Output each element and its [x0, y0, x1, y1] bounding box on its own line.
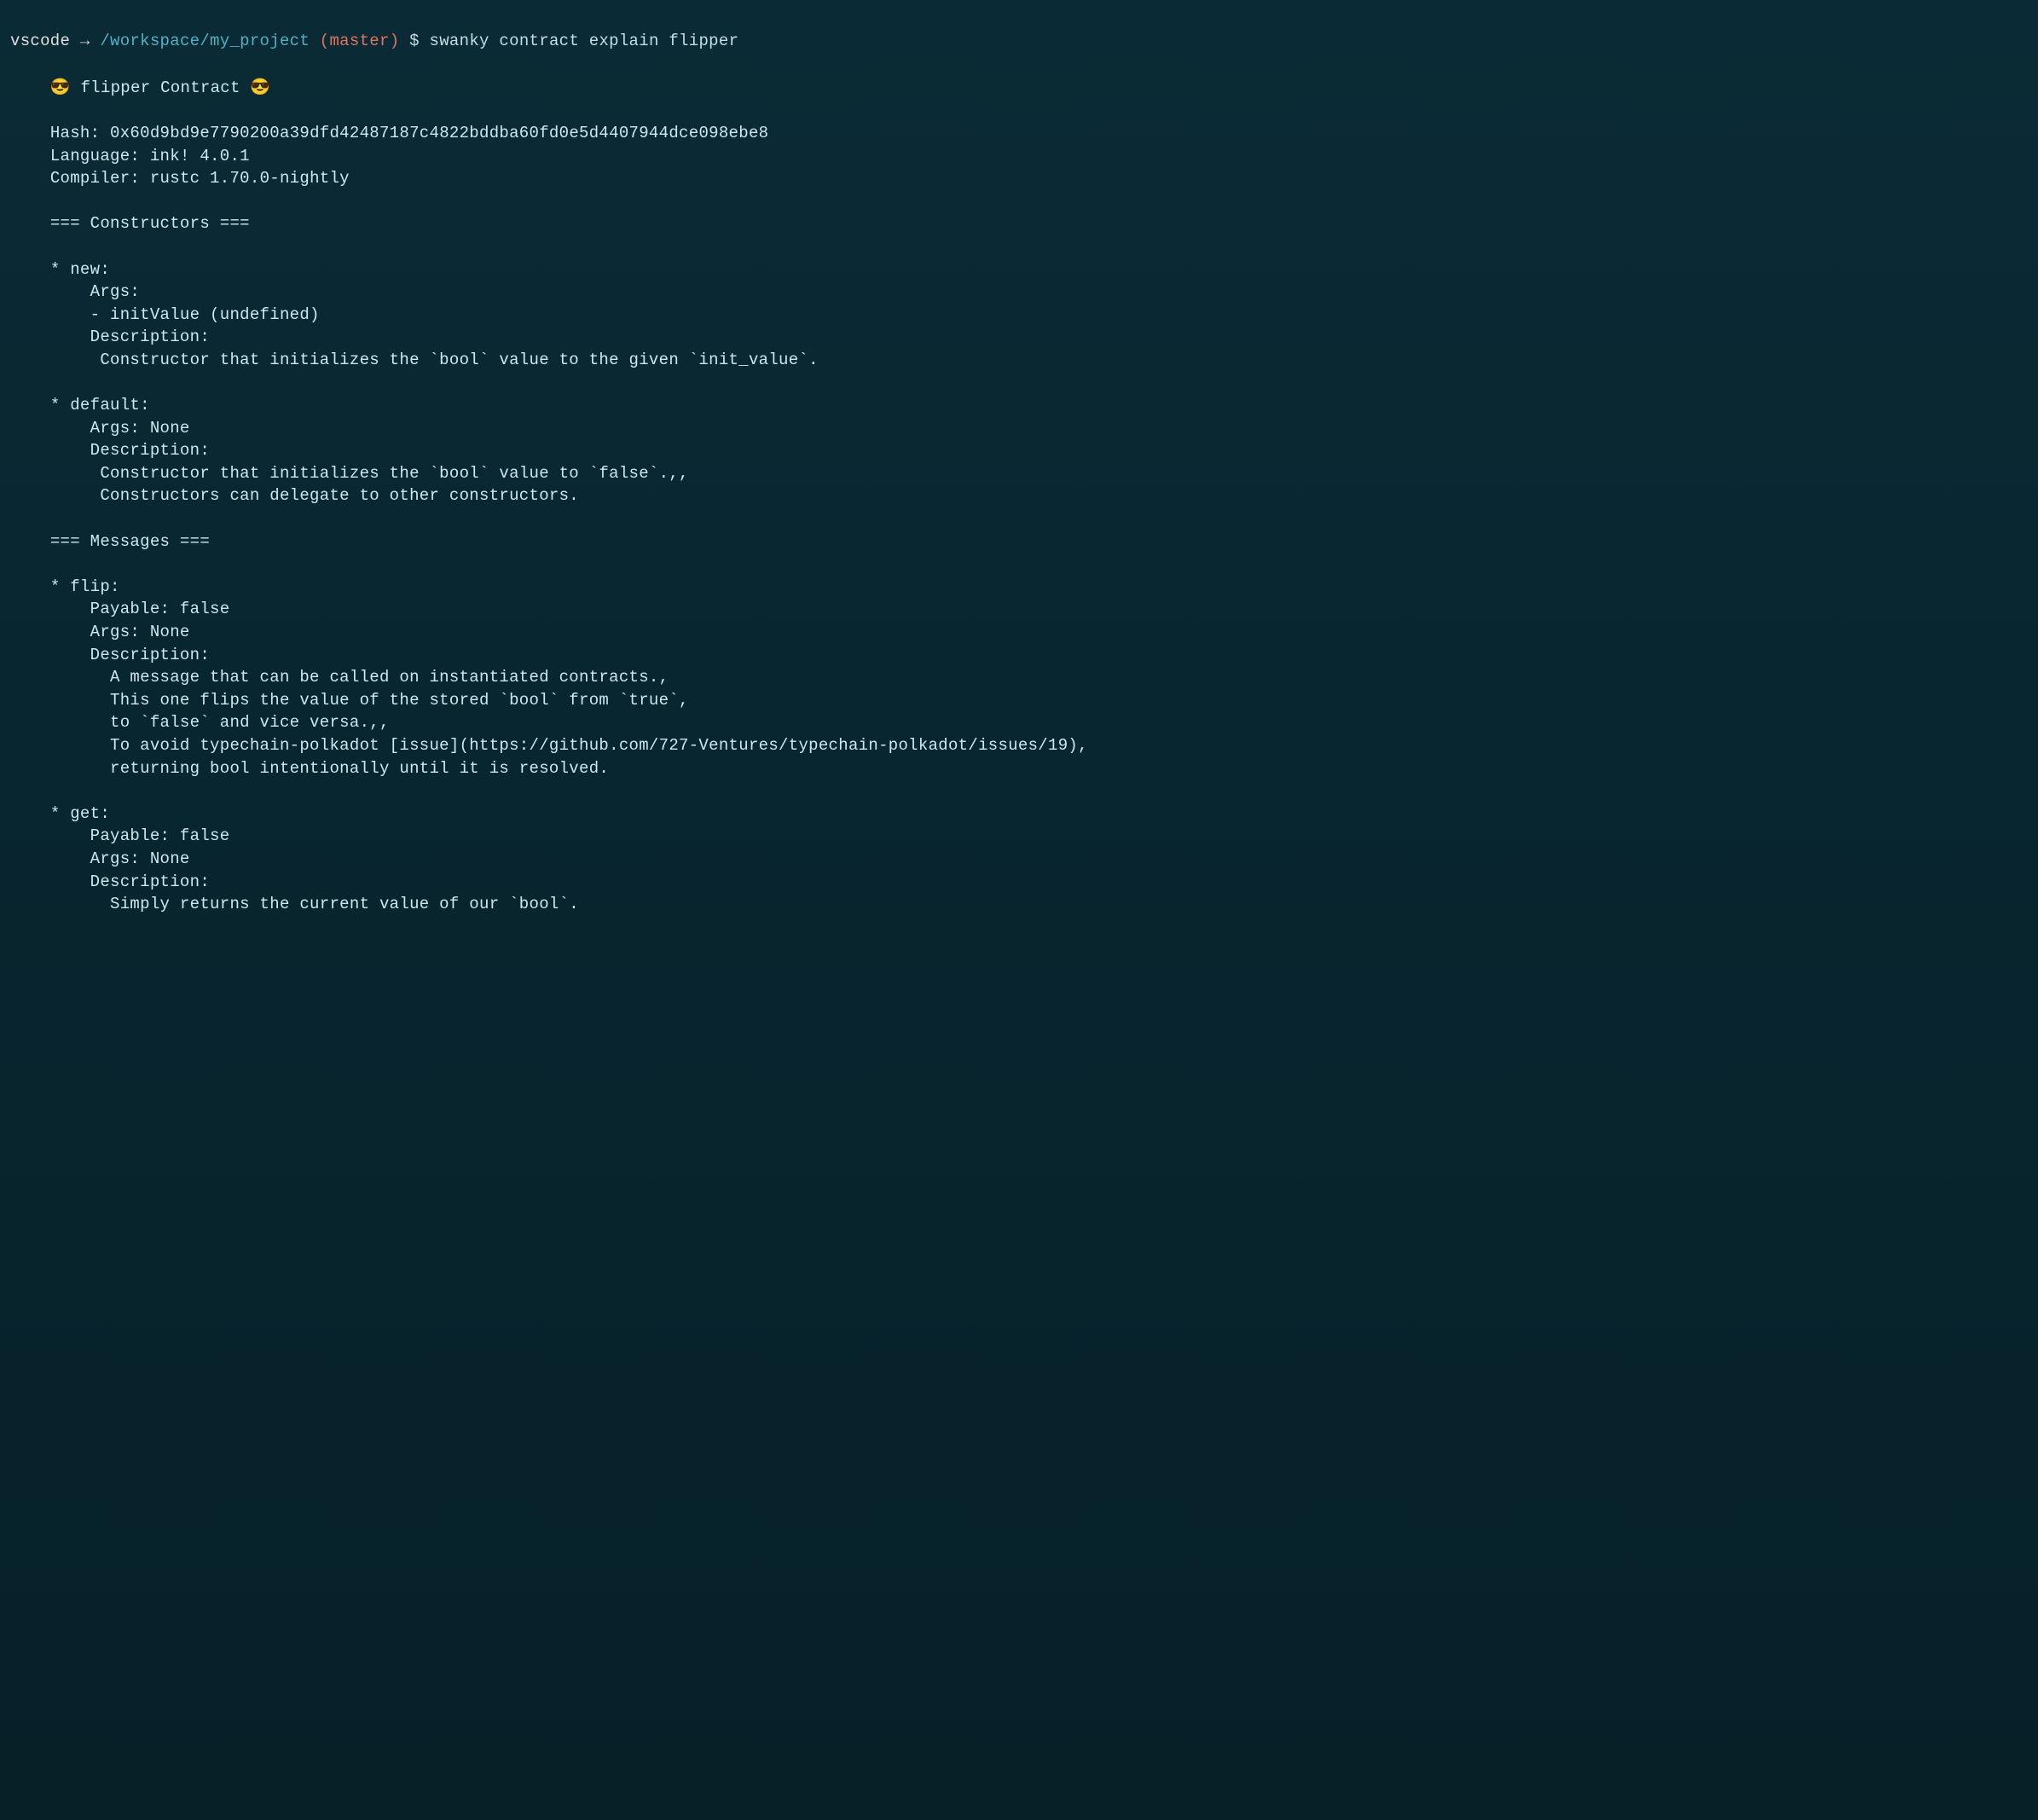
prompt-path: /workspace/my_project — [100, 32, 310, 50]
language-value: ink! 4.0.1 — [150, 147, 250, 165]
message-description: to `false` and vice versa.,, — [50, 713, 390, 732]
message-description: Simply returns the current value of our … — [50, 895, 579, 913]
messages-section-header: === Messages === — [50, 532, 210, 551]
compiler-label: Compiler: — [50, 169, 140, 188]
constructor-name: * default: — [50, 396, 150, 414]
message-payable: Payable: false — [50, 600, 230, 618]
message-args: Args: None — [50, 849, 190, 868]
prompt-branch-close: ) — [390, 32, 400, 50]
message-name: * get: — [50, 804, 110, 823]
message-description-label: Description: — [50, 872, 210, 891]
constructor-description-label: Description: — [50, 441, 210, 460]
language-label: Language: — [50, 147, 140, 165]
prompt-command: swanky contract explain flipper — [430, 32, 739, 50]
terminal-prompt[interactable]: vscode → /workspace/my_project (master) … — [10, 7, 2028, 52]
compiler-value: rustc 1.70.0-nightly — [150, 169, 350, 188]
terminal-output: 😎 flipper Contract 😎 Hash: 0x60d9bd9e779… — [10, 54, 2028, 916]
message-description: A message that can be called on instanti… — [50, 668, 669, 687]
message-args: Args: None — [50, 623, 190, 641]
prompt-user: vscode — [10, 32, 70, 50]
sunglasses-emoji-icon: 😎 — [50, 78, 71, 97]
message-name: * flip: — [50, 577, 120, 596]
prompt-dollar: $ — [409, 32, 420, 50]
hash-label: Hash: — [50, 124, 101, 142]
constructor-description: Constructors can delegate to other const… — [50, 486, 579, 505]
prompt-branch: master — [329, 32, 389, 50]
constructor-arg: - initValue (undefined) — [50, 305, 320, 324]
constructor-args: Args: None — [50, 419, 190, 438]
contract-title: flipper Contract — [80, 78, 240, 97]
prompt-arrow: → — [80, 32, 90, 50]
message-description: This one flips the value of the stored `… — [50, 691, 689, 710]
message-description: To avoid typechain-polkadot [issue](http… — [50, 736, 1088, 755]
sunglasses-emoji-icon: 😎 — [250, 78, 270, 97]
message-description-label: Description: — [50, 646, 210, 664]
prompt-branch-open: ( — [320, 32, 330, 50]
constructor-description: Constructor that initializes the `bool` … — [50, 464, 689, 483]
constructor-description-label: Description: — [50, 327, 210, 346]
constructors-section-header: === Constructors === — [50, 214, 250, 233]
message-payable: Payable: false — [50, 826, 230, 845]
constructor-name: * new: — [50, 260, 110, 279]
constructor-args-label: Args: — [50, 282, 140, 301]
hash-value: 0x60d9bd9e7790200a39dfd42487187c4822bddb… — [110, 124, 768, 142]
constructor-description: Constructor that initializes the `bool` … — [50, 351, 819, 369]
message-description: returning bool intentionally until it is… — [50, 759, 609, 778]
